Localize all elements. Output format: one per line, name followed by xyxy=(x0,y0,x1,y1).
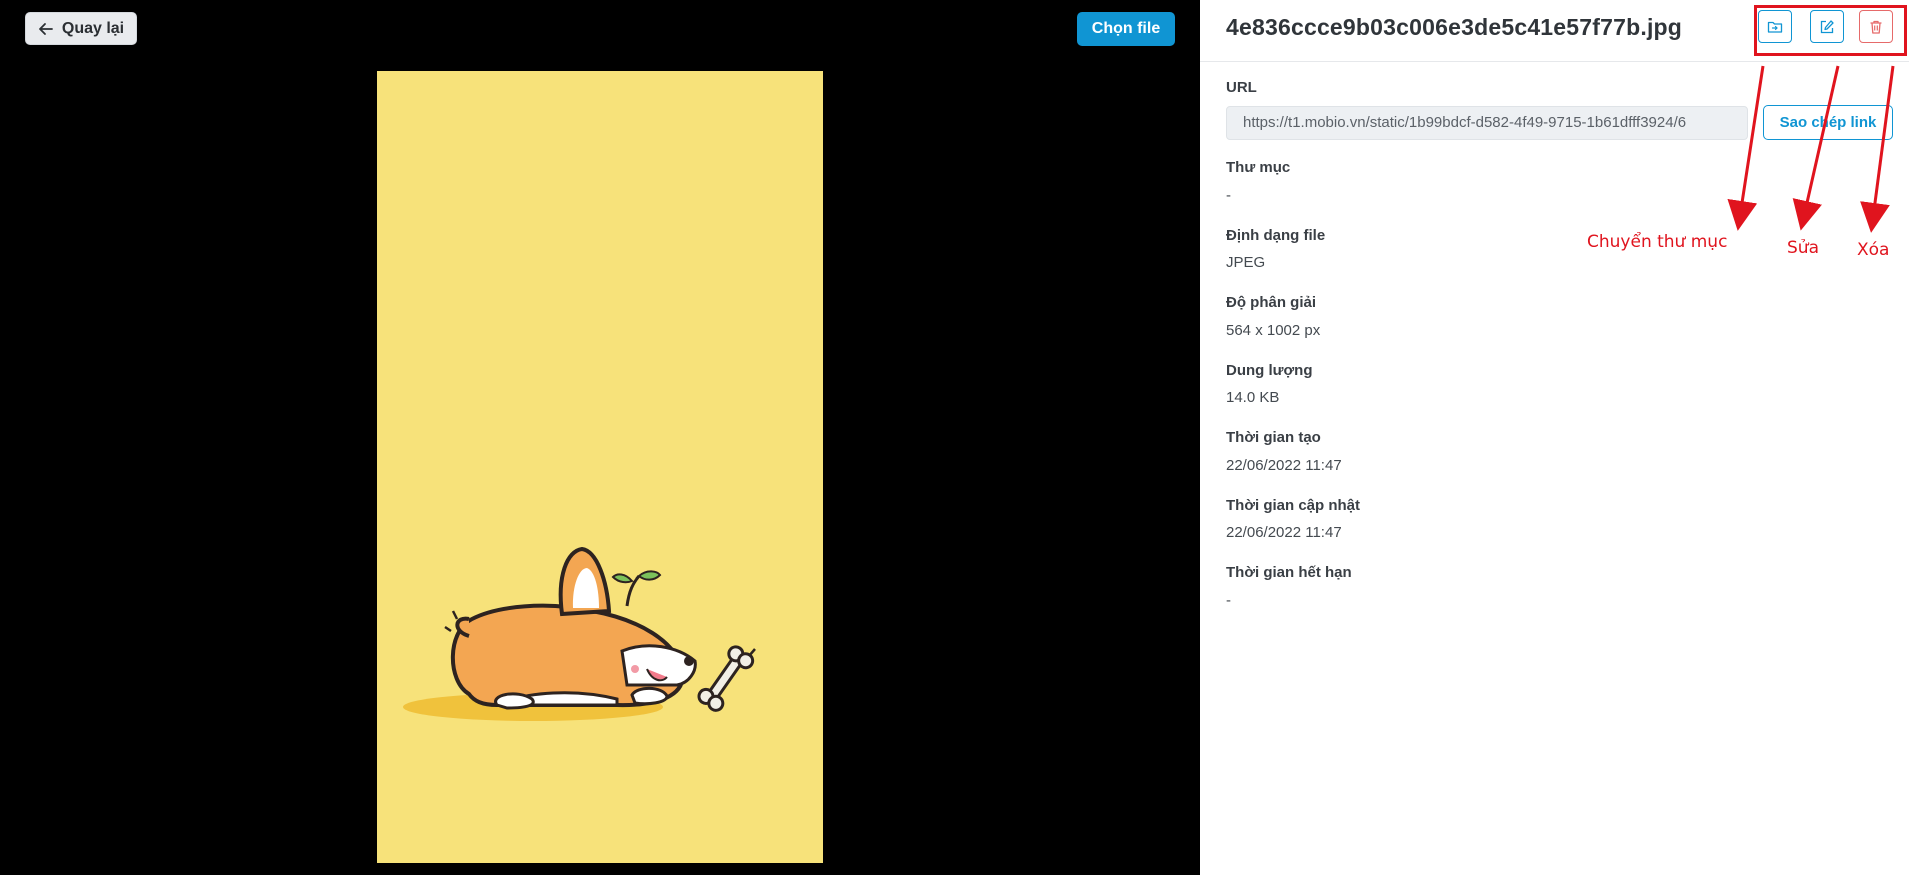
move-folder-button[interactable] xyxy=(1758,10,1792,43)
edit-button[interactable] xyxy=(1810,10,1844,43)
updated-value: 22/06/2022 11:47 xyxy=(1226,524,1342,541)
resolution-value: 564 x 1002 px xyxy=(1226,322,1321,339)
annotation-edit: Sửa xyxy=(1787,238,1819,258)
delete-button[interactable] xyxy=(1859,10,1893,43)
format-label: Định dạng file xyxy=(1226,227,1326,244)
folder-label: Thư mục xyxy=(1226,159,1291,176)
size-label: Dung lượng xyxy=(1226,362,1313,379)
trash-icon xyxy=(1870,20,1882,34)
back-button[interactable]: Quay lại xyxy=(25,12,137,45)
created-label: Thời gian tạo xyxy=(1226,429,1321,446)
image-preview xyxy=(377,71,823,863)
format-value: JPEG xyxy=(1226,254,1266,271)
annotation-delete: Xóa xyxy=(1857,240,1890,260)
url-label: URL xyxy=(1226,79,1257,96)
file-detail-panel: 4e836ccce9b03c006e3de5c41e57f77b.jpg URL… xyxy=(1200,0,1909,875)
folder-value: - xyxy=(1226,187,1231,204)
copy-link-button[interactable]: Sao chép link xyxy=(1763,105,1893,140)
expire-value: - xyxy=(1226,592,1231,609)
url-field[interactable]: https://t1.mobio.vn/static/1b99bdcf-d582… xyxy=(1226,106,1748,140)
created-value: 22/06/2022 11:47 xyxy=(1226,457,1342,474)
back-label: Quay lại xyxy=(61,19,125,37)
folder-move-icon xyxy=(1767,21,1783,33)
preview-pane: Quay lại Chọn file xyxy=(0,0,1200,875)
updated-label: Thời gian cập nhật xyxy=(1226,497,1361,514)
annotation-move-folder: Chuyển thư mục xyxy=(1587,232,1728,252)
corgi-illustration xyxy=(403,546,756,721)
choose-file-button[interactable]: Chọn file xyxy=(1077,12,1175,46)
file-name: 4e836ccce9b03c006e3de5c41e57f77b.jpg xyxy=(1226,14,1683,40)
arrow-left-icon xyxy=(38,22,53,35)
expire-label: Thời gian hết hạn xyxy=(1226,564,1352,581)
size-value: 14.0 KB xyxy=(1226,389,1280,406)
resolution-label: Độ phân giải xyxy=(1226,294,1316,311)
edit-icon xyxy=(1820,19,1834,33)
